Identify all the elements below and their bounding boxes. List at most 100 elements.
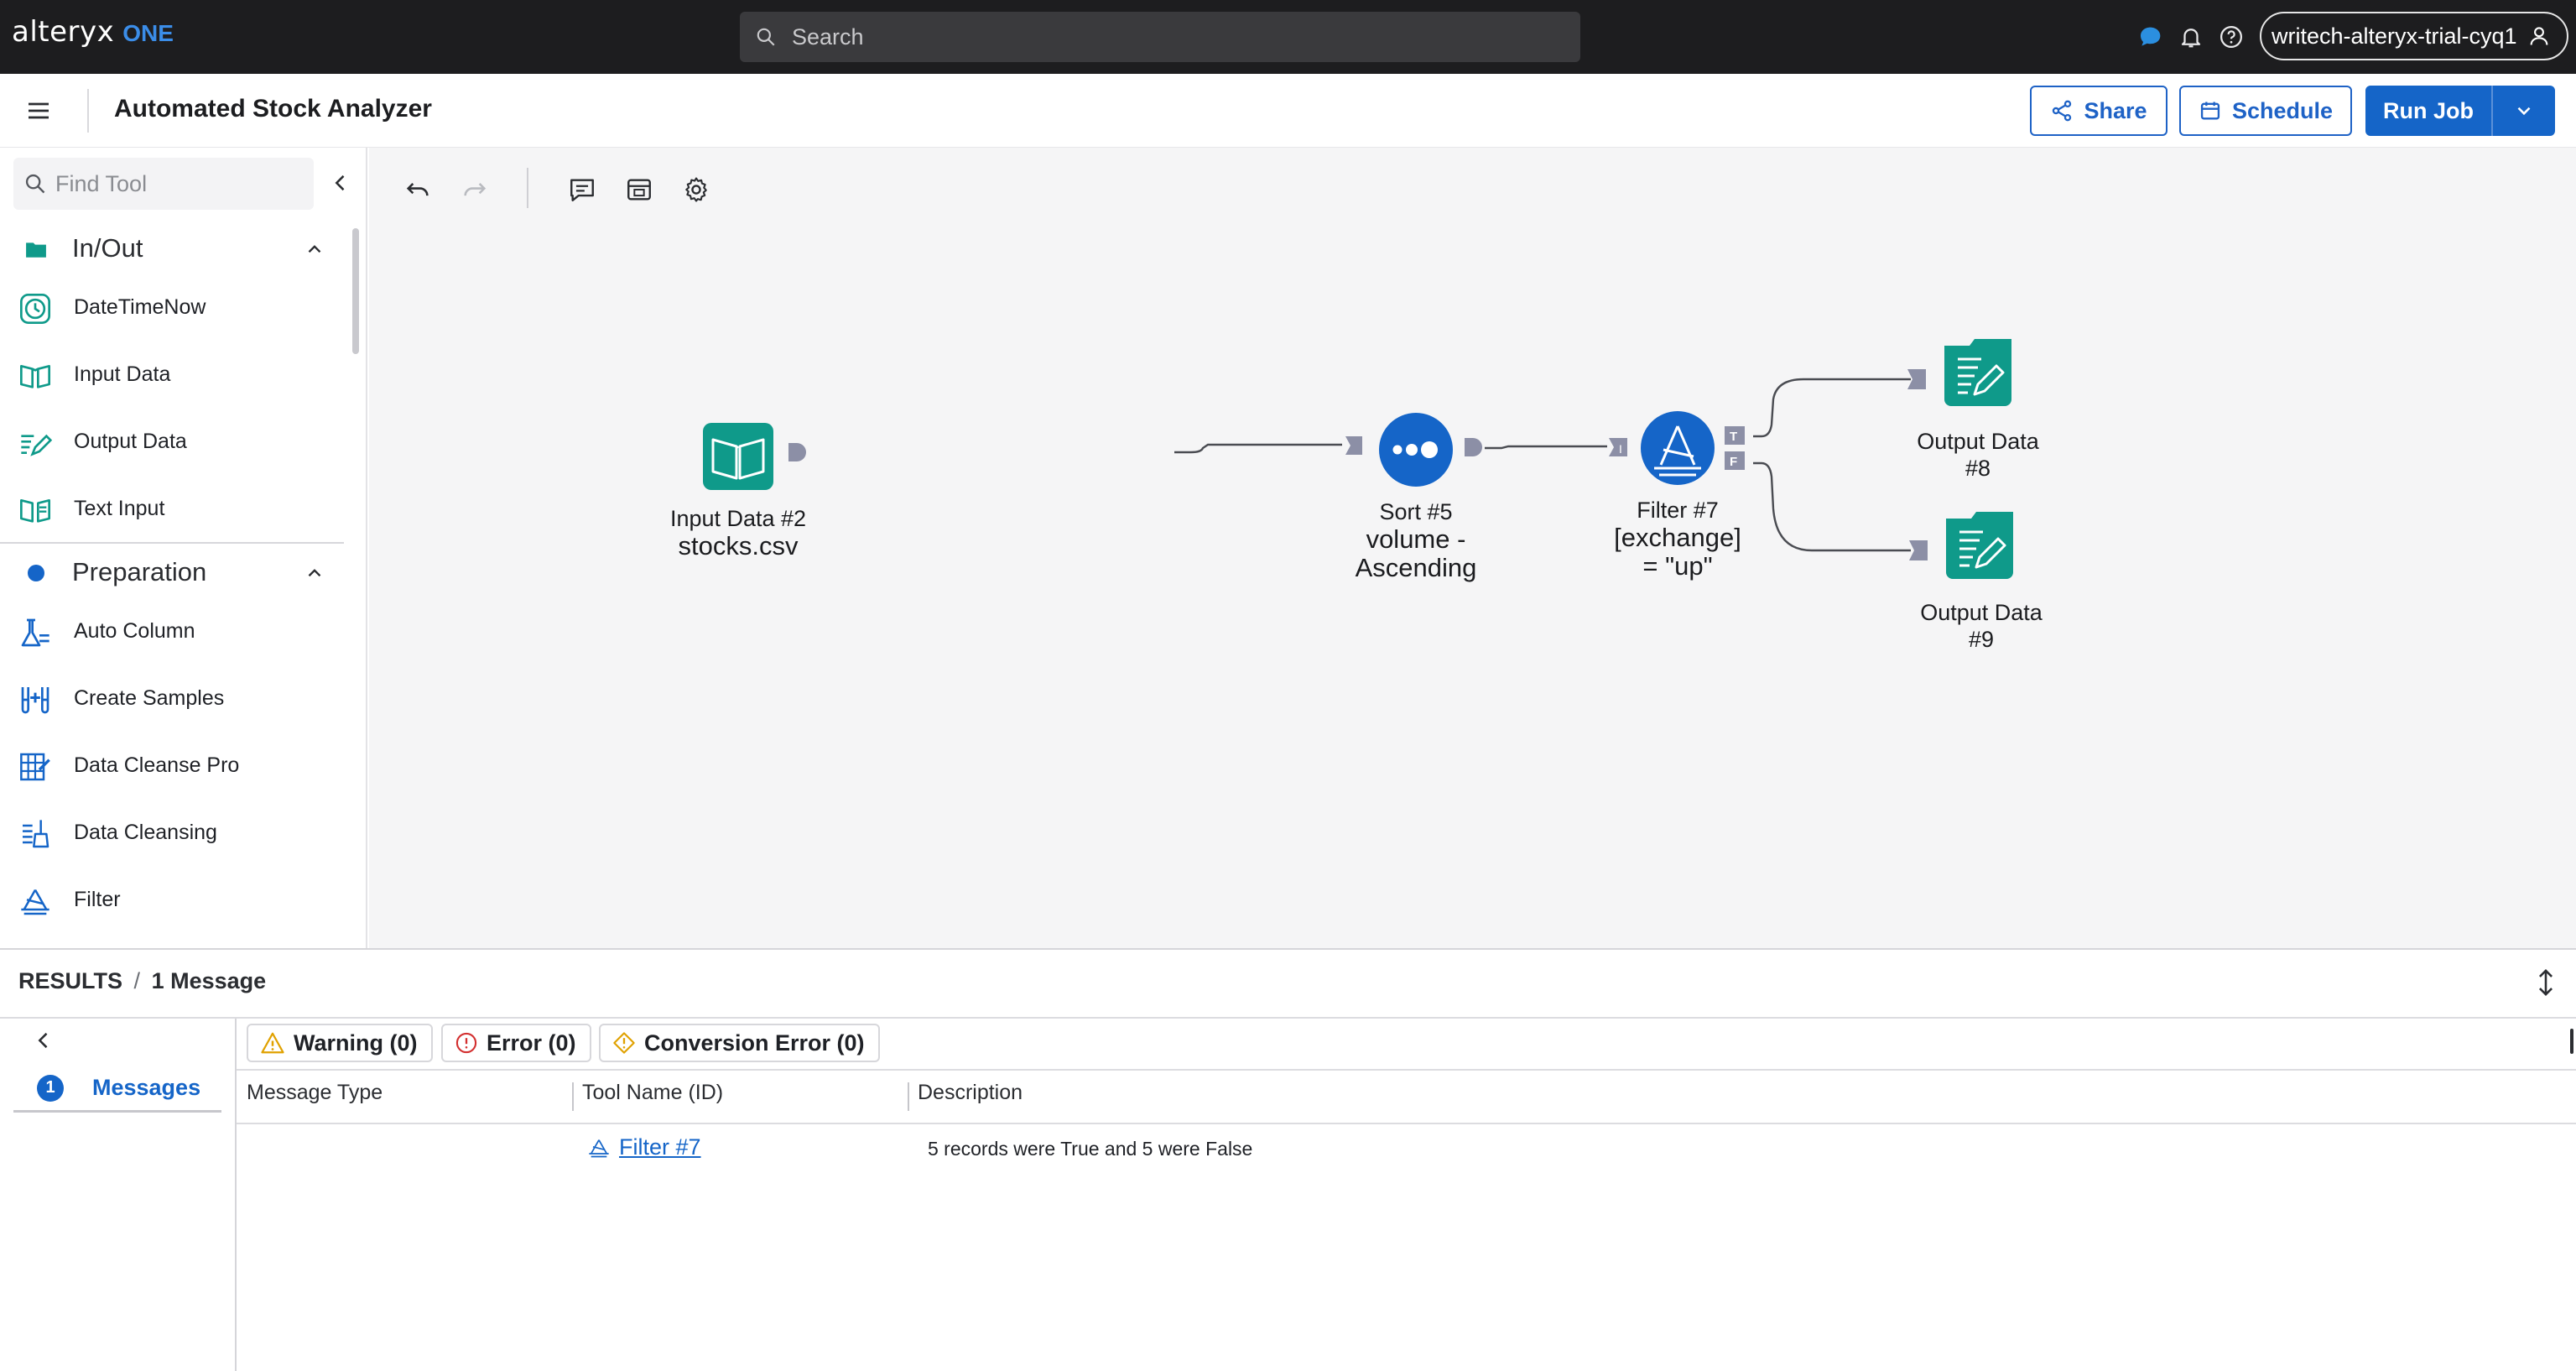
tool-label: Create Samples xyxy=(74,686,225,710)
node-sort-label: Sort #5 volume - Ascending xyxy=(1324,498,1508,582)
input-anchor xyxy=(1909,540,1928,560)
filter-prism-icon xyxy=(589,1139,609,1157)
node-title: #8 xyxy=(1965,456,1991,481)
filter-7-link[interactable]: Filter #7 xyxy=(619,1134,701,1160)
filter-prism-icon xyxy=(21,889,49,915)
chip-label: Error (0) xyxy=(487,1030,576,1056)
column-header-message-type[interactable]: Message Type xyxy=(247,1081,382,1105)
conversion-error-filter-chip[interactable]: Conversion Error (0) xyxy=(599,1024,880,1062)
flask-icon xyxy=(21,618,49,647)
share-button[interactable]: Share xyxy=(2030,86,2167,136)
conversion-warning-icon xyxy=(613,1032,635,1054)
search-placeholder: Search xyxy=(792,23,864,50)
alteryx-logo[interactable]: alteryx ONE xyxy=(12,15,174,57)
collapse-nav-chevron-left-icon[interactable] xyxy=(32,1029,55,1056)
help-icon[interactable] xyxy=(2214,20,2248,54)
node-input-data-label: Input Data #2 stocks.csv xyxy=(646,505,830,560)
account-label: writech-alteryx-trial-cyq1 xyxy=(2272,23,2517,49)
collapse-palette-chevron-left-icon[interactable] xyxy=(329,171,352,199)
schedule-label: Schedule xyxy=(2231,97,2334,123)
tool-input-data[interactable]: Input Data xyxy=(0,349,344,399)
folder-icon xyxy=(26,242,46,258)
node-subtitle: volume - xyxy=(1366,524,1466,554)
table-top-border xyxy=(237,1069,2576,1071)
top-bar: alteryx ONE Search writech-alteryx-trial… xyxy=(0,0,2576,74)
svg-text:F: F xyxy=(1730,455,1737,469)
workflow-title[interactable]: Automated Stock Analyzer xyxy=(114,95,432,123)
run-job-button[interactable]: Run Job xyxy=(2365,86,2491,136)
tool-label: Input Data xyxy=(74,362,171,386)
description-cell: 5 records were True and 5 were False xyxy=(928,1138,1253,1160)
node-subtitle: Ascending xyxy=(1355,553,1477,582)
calendar-icon xyxy=(2200,102,2220,120)
tool-datetimenow[interactable]: DateTimeNow xyxy=(0,282,344,332)
find-tool-input[interactable]: Find Tool xyxy=(13,158,314,210)
category-in-out[interactable]: In/Out xyxy=(0,223,344,274)
header-divider xyxy=(87,89,89,133)
open-book-icon xyxy=(20,365,51,388)
run-job-options-chevron-down-icon[interactable] xyxy=(2493,86,2555,136)
node-output-data-8[interactable] xyxy=(1907,339,2011,406)
category-preparation[interactable]: Preparation xyxy=(0,547,344,597)
chevron-up-icon xyxy=(308,569,321,577)
workflow-canvas[interactable]: I T F Input Data #2 stocks.csv Sort #5 v… xyxy=(369,148,2576,948)
node-input-data[interactable] xyxy=(703,423,806,490)
node-title: Sort #5 xyxy=(1379,499,1453,524)
logo-word: alteryx xyxy=(12,15,115,49)
node-title: Output Data xyxy=(1920,600,2043,625)
output-anchor xyxy=(788,443,806,461)
tool-text-input[interactable]: Text Input xyxy=(0,483,344,534)
results-header: RESULTS / 1 Message xyxy=(18,968,266,994)
node-filter[interactable]: I T F xyxy=(1609,411,1745,485)
tool-output-data[interactable]: Output Data xyxy=(0,416,344,467)
tab-label: Messages xyxy=(92,1075,201,1100)
schedule-button[interactable]: Schedule xyxy=(2179,86,2352,136)
svg-text:I: I xyxy=(1619,442,1622,456)
tool-filter[interactable]: Filter xyxy=(0,874,344,925)
tab-messages[interactable]: 1 Messages xyxy=(13,1066,221,1113)
search-icon xyxy=(757,28,775,46)
column-separator[interactable] xyxy=(908,1082,909,1111)
global-search-input[interactable]: Search xyxy=(740,12,1580,62)
account-menu[interactable]: writech-alteryx-trial-cyq1 xyxy=(2260,12,2568,60)
error-filter-chip[interactable]: Error (0) xyxy=(441,1024,591,1062)
node-output-data-9[interactable] xyxy=(1909,512,2013,579)
tool-name-cell: Filter #7 xyxy=(587,1134,701,1160)
tool-label: Data Cleanse Pro xyxy=(74,753,240,777)
results-count: 1 Message xyxy=(151,968,267,993)
run-job-split-button: Run Job xyxy=(2365,86,2555,136)
table-scrollbar[interactable] xyxy=(2570,1029,2573,1054)
tool-label: Data Cleansing xyxy=(74,820,217,844)
results-title: RESULTS xyxy=(18,968,123,993)
results-divider xyxy=(0,1017,2576,1019)
column-separator[interactable] xyxy=(572,1082,574,1111)
warning-filter-chip[interactable]: Warning (0) xyxy=(247,1024,433,1062)
chat-icon[interactable] xyxy=(2134,20,2167,54)
messages-count-badge: 1 xyxy=(37,1074,64,1102)
svg-text:T: T xyxy=(1730,430,1737,444)
bell-icon[interactable] xyxy=(2174,20,2208,54)
tool-data-cleansing[interactable]: Data Cleansing xyxy=(0,807,344,858)
tool-label: Filter xyxy=(74,887,121,911)
tool-create-samples[interactable]: Create Samples xyxy=(0,673,344,723)
column-header-tool-name[interactable]: Tool Name (ID) xyxy=(582,1081,723,1105)
results-separator: / xyxy=(133,968,141,993)
tool-auto-column[interactable]: Auto Column xyxy=(0,606,344,656)
column-header-description[interactable]: Description xyxy=(918,1081,1023,1105)
palette-scrollbar[interactable] xyxy=(352,228,359,354)
node-output-data-9-label: Output Data #9 xyxy=(1889,599,2074,653)
tool-label: DateTimeNow xyxy=(74,295,206,319)
tool-label: Text Input xyxy=(74,496,165,520)
node-output-data-8-label: Output Data #8 xyxy=(1886,428,2070,482)
error-icon xyxy=(455,1032,477,1054)
resize-panel-icon[interactable] xyxy=(2533,968,2558,1001)
warning-icon xyxy=(261,1032,284,1054)
output-anchor xyxy=(1465,438,1482,456)
hamburger-menu-icon[interactable] xyxy=(25,97,52,128)
tool-palette: Find Tool In/Out DateTimeNow Input Data … xyxy=(0,148,367,948)
node-sort[interactable] xyxy=(1345,413,1482,487)
tool-data-cleanse-pro[interactable]: Data Cleanse Pro xyxy=(0,740,344,790)
test-tubes-icon xyxy=(21,687,49,714)
input-anchor xyxy=(1609,438,1627,456)
chip-label: Warning (0) xyxy=(294,1030,418,1056)
